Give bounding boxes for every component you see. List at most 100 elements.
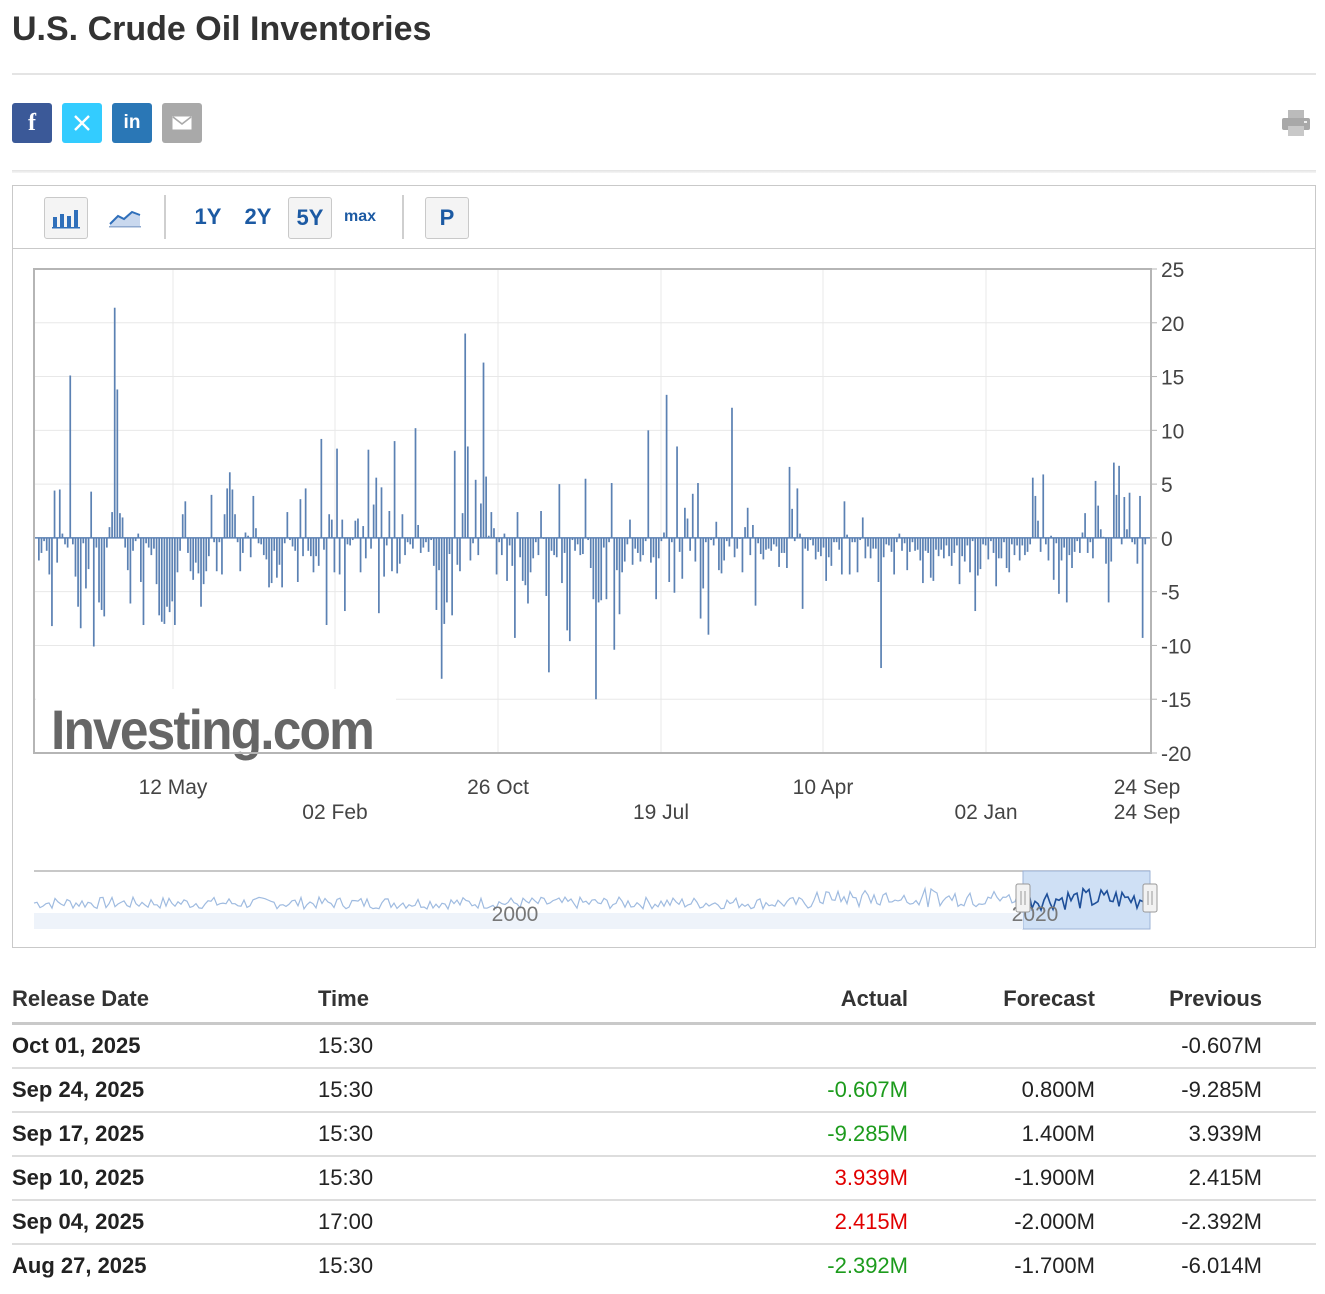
row-actual: -9.285M — [618, 1112, 908, 1157]
chart-bar — [1118, 465, 1120, 538]
email-share-button[interactable] — [162, 103, 202, 143]
chart-bar — [634, 537, 637, 549]
chart-bar — [391, 537, 393, 572]
chart-bar — [228, 472, 231, 538]
chart-bar — [111, 512, 113, 538]
chart-bar — [1047, 537, 1050, 561]
print-button[interactable] — [1280, 107, 1312, 139]
chart-bar — [770, 537, 773, 551]
bar-chart-icon — [52, 210, 80, 229]
chart-bar — [205, 537, 208, 572]
chart-bar — [1016, 537, 1018, 546]
chart-bar — [527, 537, 529, 604]
row-release-date: Oct 01, 2025 — [12, 1023, 318, 1069]
chart-bar — [856, 537, 859, 573]
chart-bar — [378, 537, 380, 614]
row-time: 15:30 — [318, 1253, 374, 1278]
y-tick-label: 5 — [1161, 474, 1173, 497]
navigator-handle[interactable] — [1015, 883, 1031, 913]
chart-bar — [66, 537, 69, 548]
chart-bar — [584, 478, 587, 538]
chart-bar — [197, 537, 200, 574]
chart-bar — [963, 537, 966, 562]
chart-bar — [453, 450, 456, 538]
chart-bar — [950, 537, 953, 566]
chart-bar — [929, 537, 932, 578]
chart-bar — [1018, 537, 1021, 561]
chart-bar — [103, 537, 106, 617]
range-5y-button[interactable]: 5Y — [288, 197, 332, 239]
chart-bar — [652, 537, 655, 558]
row-previous: -2.392M — [1095, 1200, 1262, 1245]
printer-icon — [1282, 110, 1310, 136]
header-time: Time — [318, 976, 618, 1025]
chart-bar — [997, 537, 1000, 559]
chart-bar — [877, 537, 880, 582]
chart-bar — [344, 537, 346, 612]
chart-bar — [576, 537, 579, 545]
chart-bar — [1086, 537, 1089, 553]
range-1y-button[interactable]: 1Y — [187, 197, 229, 237]
area-chart-button[interactable] — [104, 197, 146, 237]
chart-bar — [1037, 520, 1039, 538]
chart-navigator[interactable]: 2000 2020 — [33, 870, 1158, 930]
y-tick-label: -10 — [1161, 635, 1191, 658]
chart-bar — [79, 537, 82, 629]
chart-bar — [45, 537, 48, 551]
chart-bar — [942, 537, 945, 559]
chart-bar — [707, 537, 710, 635]
chart-bar — [935, 537, 937, 550]
chart-bar — [801, 537, 804, 609]
chart-bar — [746, 507, 749, 538]
chart-bar — [168, 537, 171, 613]
range-2y-button[interactable]: 2Y — [237, 197, 279, 237]
chart-bar — [443, 537, 446, 624]
chart-bar — [299, 499, 302, 538]
chart-bar — [142, 537, 145, 626]
chart-bar — [814, 537, 817, 560]
range-max-button[interactable]: max — [339, 197, 381, 237]
history-table: Release Date Time Actual Forecast Previo… — [12, 976, 1316, 1287]
chart-bar — [140, 537, 142, 582]
chart-bar — [466, 446, 469, 538]
chart-bar — [380, 487, 383, 538]
chart-bar — [1139, 495, 1141, 538]
chart-bar — [1029, 537, 1032, 545]
chart-bar — [417, 524, 419, 538]
chart-bar — [56, 537, 59, 563]
table-row: Sep 24, 2025 15:30 -0.607M 0.800M -9.285M — [12, 1068, 1316, 1113]
chart-bar — [153, 537, 155, 549]
row-spacer — [1262, 1200, 1316, 1245]
x-share-button[interactable] — [62, 103, 102, 143]
x-tick-label: 10 Apr — [793, 776, 854, 799]
linkedin-share-button[interactable]: in — [112, 103, 152, 143]
chart-bar — [919, 537, 922, 561]
chart-bar — [1141, 537, 1144, 638]
chart-bar — [511, 537, 514, 566]
chart-bar — [948, 537, 950, 557]
chart-bar — [1097, 505, 1100, 538]
chart-bar — [545, 537, 548, 596]
chart-bar — [1105, 537, 1107, 564]
chart-bar — [396, 537, 399, 574]
chart-bar — [354, 520, 357, 538]
chart-bar — [508, 537, 511, 546]
chart-bar — [181, 514, 184, 538]
chart-bar — [255, 528, 257, 538]
chart-bar — [736, 537, 739, 549]
p-button[interactable]: P — [425, 197, 469, 239]
chart-bar — [626, 537, 629, 545]
chart-bar — [176, 537, 179, 573]
row-time: 15:30 — [318, 1112, 618, 1157]
navigator-handle[interactable] — [1142, 883, 1158, 913]
chart-bar — [1010, 537, 1013, 545]
chart-bar — [226, 488, 229, 538]
facebook-share-button[interactable]: f — [12, 103, 52, 143]
chart-bar — [370, 537, 372, 549]
chart-bar — [490, 512, 493, 538]
x-tick-label: 19 Jul — [633, 801, 689, 824]
chart-bar — [200, 537, 202, 607]
chart-bar — [482, 362, 485, 538]
chart-bar — [702, 537, 705, 589]
bar-chart-button[interactable] — [44, 197, 88, 239]
